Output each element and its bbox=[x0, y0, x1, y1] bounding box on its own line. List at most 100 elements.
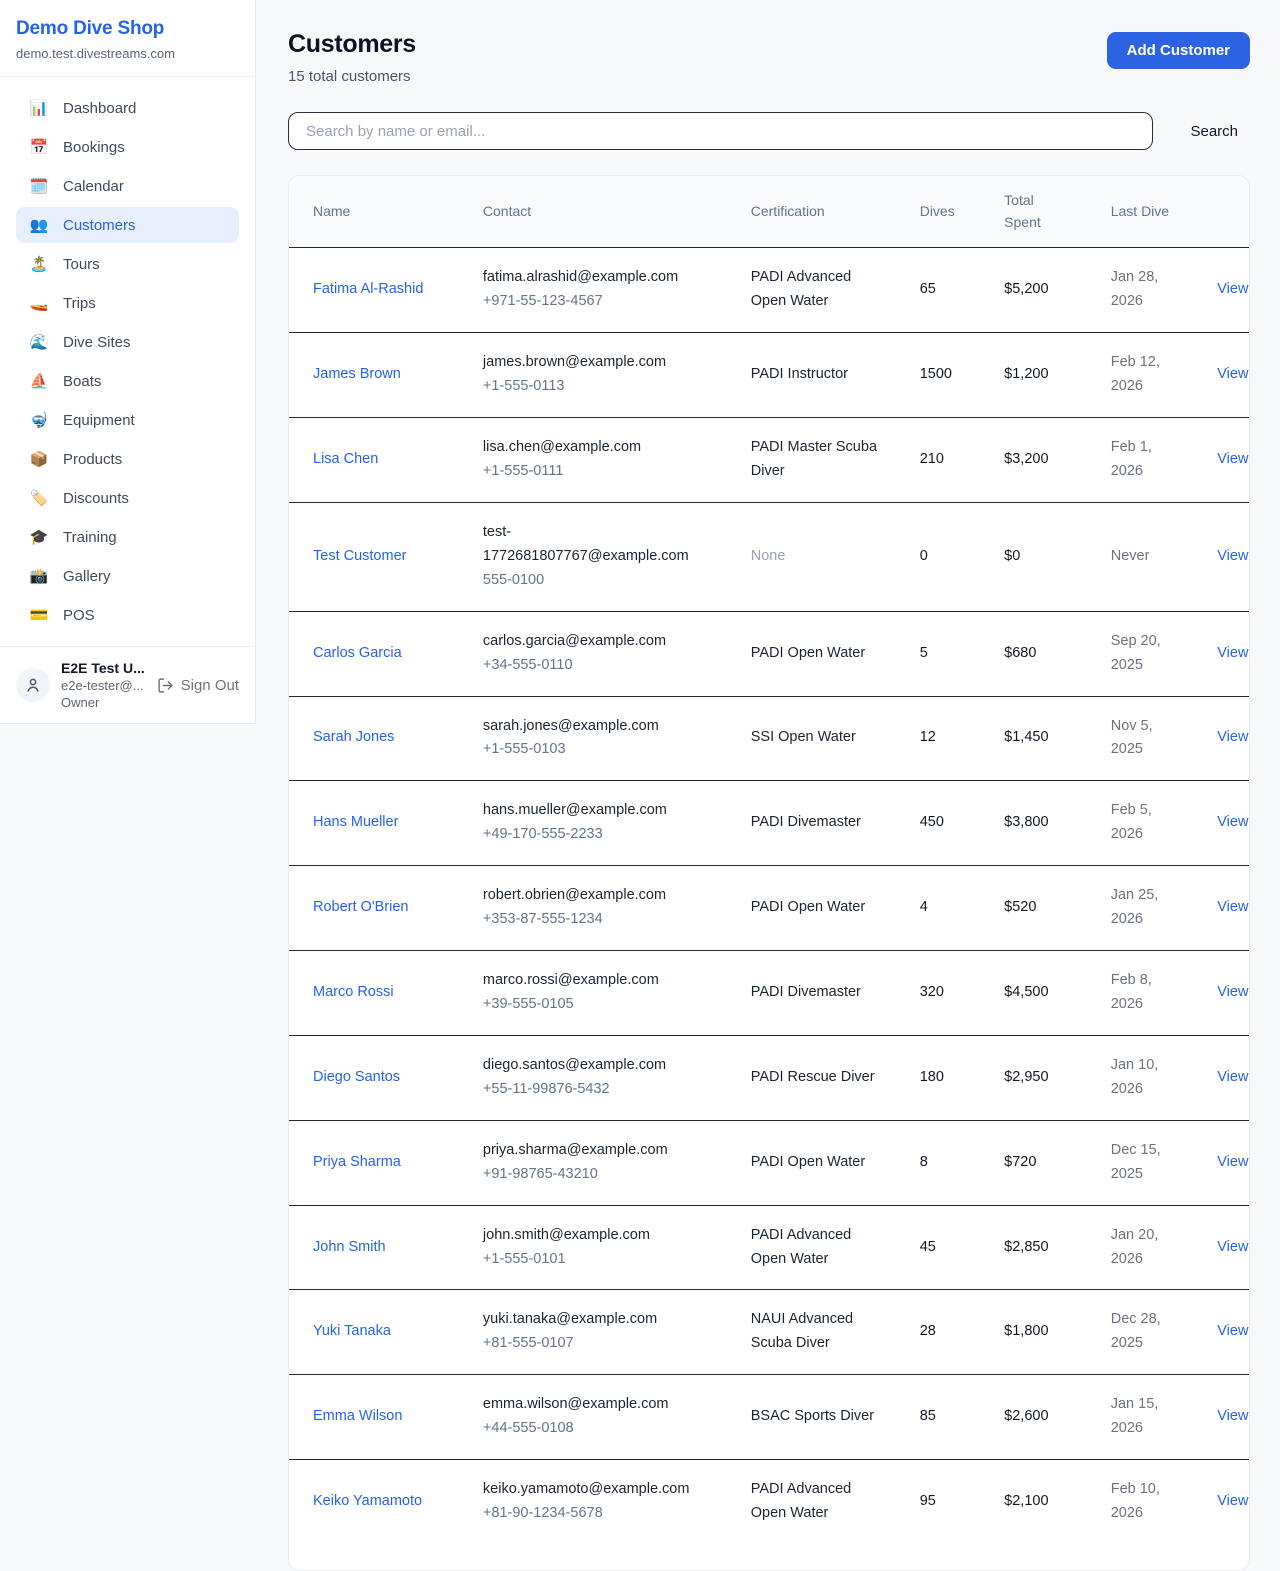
customer-last-dive: Dec 28, 2025 bbox=[1111, 1311, 1161, 1351]
customer-name-link[interactable]: Test Customer bbox=[313, 548, 406, 564]
customer-name-link[interactable]: Priya Sharma bbox=[313, 1154, 401, 1170]
customer-name-link[interactable]: Fatima Al-Rashid bbox=[313, 281, 423, 297]
view-link[interactable]: View bbox=[1217, 1323, 1248, 1339]
customer-phone: +55-11-99876-5432 bbox=[483, 1078, 713, 1102]
sidebar-item-trips[interactable]: 🚤 Trips bbox=[16, 285, 239, 321]
sidebar-item-training[interactable]: 🎓 Training bbox=[16, 519, 239, 555]
customer-name-link[interactable]: Robert O'Brien bbox=[313, 899, 408, 915]
customer-total-spent: $1,450 bbox=[1004, 729, 1048, 745]
customer-dives: 450 bbox=[920, 814, 944, 830]
sidebar-item-equipment[interactable]: 🤿 Equipment bbox=[16, 402, 239, 438]
table-row: Priya Sharma priya.sharma@example.com +9… bbox=[289, 1120, 1249, 1205]
sidebar-item-calendar[interactable]: 🗓️ Calendar bbox=[16, 168, 239, 204]
customer-name-link[interactable]: Carlos Garcia bbox=[313, 645, 402, 661]
user-email: e2e-tester@... bbox=[61, 678, 146, 693]
customer-email: diego.santos@example.com bbox=[483, 1054, 713, 1078]
customer-total-spent: $1,800 bbox=[1004, 1323, 1048, 1339]
col-header-dives: Dives bbox=[896, 176, 980, 248]
customer-certification: BSAC Sports Diver bbox=[751, 1408, 874, 1424]
customer-dives: 4 bbox=[920, 899, 928, 915]
sign-out-button[interactable]: Sign Out bbox=[157, 677, 239, 694]
view-link[interactable]: View bbox=[1217, 1239, 1248, 1255]
customer-email: carlos.garcia@example.com bbox=[483, 630, 713, 654]
customer-certification: PADI Advanced Open Water bbox=[751, 269, 852, 309]
view-link[interactable]: View bbox=[1217, 729, 1248, 745]
view-link[interactable]: View bbox=[1217, 366, 1248, 382]
sidebar-item-dive-sites[interactable]: 🌊 Dive Sites bbox=[16, 324, 239, 360]
customer-last-dive: Jan 28, 2026 bbox=[1111, 269, 1159, 309]
customer-total-spent: $520 bbox=[1004, 899, 1036, 915]
user-icon bbox=[24, 676, 42, 694]
customer-last-dive: Jan 20, 2026 bbox=[1111, 1227, 1159, 1267]
sidebar-item-products[interactable]: 📦 Products bbox=[16, 441, 239, 477]
sidebar-item-bookings[interactable]: 📅 Bookings bbox=[16, 129, 239, 165]
view-link[interactable]: View bbox=[1217, 645, 1248, 661]
training-icon: 🎓 bbox=[29, 528, 49, 546]
customer-name-link[interactable]: Keiko Yamamoto bbox=[313, 1493, 422, 1509]
customer-name-link[interactable]: Diego Santos bbox=[313, 1069, 400, 1085]
view-link[interactable]: View bbox=[1217, 814, 1248, 830]
customer-name-link[interactable]: Yuki Tanaka bbox=[313, 1323, 391, 1339]
table-row: James Brown james.brown@example.com +1-5… bbox=[289, 333, 1249, 418]
customer-name-link[interactable]: Sarah Jones bbox=[313, 729, 394, 745]
avatar bbox=[16, 668, 50, 702]
tours-icon: 🏝️ bbox=[29, 255, 49, 273]
customer-last-dive: Nov 5, 2025 bbox=[1111, 718, 1153, 758]
sidebar-item-pos[interactable]: 💳 POS bbox=[16, 597, 239, 633]
sidebar-item-label: Products bbox=[63, 451, 122, 468]
view-link[interactable]: View bbox=[1217, 548, 1248, 564]
discounts-icon: 🏷️ bbox=[29, 489, 49, 507]
search-bar: Search bbox=[288, 112, 1250, 150]
dashboard-icon: 📊 bbox=[29, 99, 49, 117]
search-input[interactable] bbox=[288, 112, 1153, 150]
view-link[interactable]: View bbox=[1217, 451, 1248, 467]
view-link[interactable]: View bbox=[1217, 1408, 1248, 1424]
customer-total-spent: $720 bbox=[1004, 1154, 1036, 1170]
trips-icon: 🚤 bbox=[29, 294, 49, 312]
customer-total-spent: $3,200 bbox=[1004, 451, 1048, 467]
customer-last-dive: Dec 15, 2025 bbox=[1111, 1142, 1161, 1182]
customer-total-spent: $2,950 bbox=[1004, 1069, 1048, 1085]
customer-last-dive: Feb 12, 2026 bbox=[1111, 354, 1160, 394]
pos-icon: 💳 bbox=[29, 606, 49, 624]
customer-phone: 555-0100 bbox=[483, 569, 713, 593]
customer-last-dive: Feb 5, 2026 bbox=[1111, 802, 1152, 842]
view-link[interactable]: View bbox=[1217, 281, 1248, 297]
sidebar-item-customers[interactable]: 👥 Customers bbox=[16, 207, 239, 243]
view-link[interactable]: View bbox=[1217, 1154, 1248, 1170]
table-row: Fatima Al-Rashid fatima.alrashid@example… bbox=[289, 248, 1249, 333]
customer-email: keiko.yamamoto@example.com bbox=[483, 1478, 713, 1502]
customer-name-link[interactable]: Hans Mueller bbox=[313, 814, 398, 830]
customer-dives: 5 bbox=[920, 645, 928, 661]
customer-dives: 210 bbox=[920, 451, 944, 467]
search-button[interactable]: Search bbox=[1178, 115, 1250, 148]
view-link[interactable]: View bbox=[1217, 984, 1248, 1000]
view-link[interactable]: View bbox=[1217, 1069, 1248, 1085]
customer-dives: 8 bbox=[920, 1154, 928, 1170]
customer-phone: +1-555-0101 bbox=[483, 1248, 713, 1272]
sidebar: Demo Dive Shop demo.test.divestreams.com… bbox=[0, 0, 256, 724]
calendar-icon: 🗓️ bbox=[29, 177, 49, 195]
customer-certification: PADI Open Water bbox=[751, 645, 865, 661]
customer-name-link[interactable]: Lisa Chen bbox=[313, 451, 378, 467]
sidebar-item-discounts[interactable]: 🏷️ Discounts bbox=[16, 480, 239, 516]
customer-name-link[interactable]: Emma Wilson bbox=[313, 1408, 402, 1424]
sidebar-item-boats[interactable]: ⛵ Boats bbox=[16, 363, 239, 399]
customer-total-spent: $3,800 bbox=[1004, 814, 1048, 830]
table-row: Carlos Garcia carlos.garcia@example.com … bbox=[289, 611, 1249, 696]
customer-email: fatima.alrashid@example.com bbox=[483, 266, 713, 290]
sidebar-item-gallery[interactable]: 📸 Gallery bbox=[16, 558, 239, 594]
customer-certification: PADI Advanced Open Water bbox=[751, 1481, 852, 1521]
user-box: E2E Test U... e2e-tester@... Owner Sign … bbox=[0, 646, 255, 723]
view-link[interactable]: View bbox=[1217, 899, 1248, 915]
view-link[interactable]: View bbox=[1217, 1493, 1248, 1509]
products-icon: 📦 bbox=[29, 450, 49, 468]
add-customer-button[interactable]: Add Customer bbox=[1107, 32, 1250, 69]
customer-name-link[interactable]: John Smith bbox=[313, 1239, 386, 1255]
customer-dives: 0 bbox=[920, 548, 928, 564]
customer-name-link[interactable]: Marco Rossi bbox=[313, 984, 394, 1000]
customer-name-link[interactable]: James Brown bbox=[313, 366, 401, 382]
sidebar-item-dashboard[interactable]: 📊 Dashboard bbox=[16, 90, 239, 126]
sidebar-nav: 📊 Dashboard 📅 Bookings 🗓️ Calendar 👥 Cus… bbox=[0, 77, 255, 646]
sidebar-item-tours[interactable]: 🏝️ Tours bbox=[16, 246, 239, 282]
